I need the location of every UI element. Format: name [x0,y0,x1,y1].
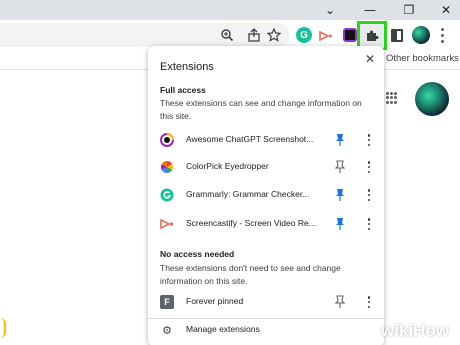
zoom-icon[interactable] [218,26,236,44]
pin-icon[interactable] [334,188,346,202]
pin-icon[interactable] [334,295,346,309]
apps-grid-icon[interactable] [386,92,398,104]
full-access-description: These extensions can see and change info… [160,98,362,121]
gear-icon: ⚙ [162,323,172,337]
profile-avatar[interactable] [412,26,430,44]
extension-row[interactable]: ColorPick Eyedropper [148,153,384,181]
pin-icon[interactable] [334,133,346,147]
extension-name: Awesome ChatGPT Screenshot... [186,134,314,144]
full-access-heading: Full access [160,85,206,95]
extension-row[interactable]: Screencastify - Screen Video Re... [148,210,384,238]
extension-name: ColorPick Eyedropper [186,161,269,171]
chevron-down-icon[interactable]: ⌄ [312,0,348,20]
awesome-chatgpt-icon [160,133,174,147]
manage-extensions-button[interactable]: ⚙ Manage extensions [148,318,384,342]
pin-icon[interactable] [334,160,346,174]
extension-row[interactable]: Awesome ChatGPT Screenshot... [148,126,384,154]
other-bookmarks-link[interactable]: Other bookmarks [386,53,459,64]
manage-extensions-label: Manage extensions [186,324,260,334]
share-icon[interactable] [245,26,263,44]
pin-icon[interactable] [334,217,346,231]
chatgpt-screenshot-icon[interactable] [343,28,357,42]
panel-title: Extensions [160,61,214,73]
star-icon[interactable] [265,26,283,44]
page-logo-fragment [0,318,6,338]
title-bar: ⌄ — ❐ ✕ [0,0,460,20]
extensions-panel: Extensions ✕ Full access These extension… [148,46,384,345]
close-icon[interactable]: ✕ [428,0,460,20]
extension-name: Forever pinned [186,296,244,306]
restore-icon[interactable]: ❐ [391,0,427,20]
colorpick-icon [160,161,174,173]
no-access-description: These extensions don't need to see and c… [160,263,341,286]
more-options-icon[interactable] [366,134,372,146]
no-access-heading: No access needed [160,249,235,259]
grammarly-icon [160,188,174,202]
wikihow-watermark: wikiHow [381,321,450,340]
grammarly-icon[interactable]: G [296,27,312,43]
more-options-icon[interactable] [366,189,372,201]
minimize-icon[interactable]: — [352,0,388,20]
browser-window: ⌄ — ❐ ✕ G Other bookmarks Extensions ✕ F… [0,0,460,345]
side-panel-icon[interactable] [391,29,403,42]
forever-pinned-icon: F [160,295,174,309]
menu-icon[interactable] [437,26,447,44]
extension-name: Grammarly: Grammar Checker... [186,189,310,199]
extension-name: Screencastify - Screen Video Re... [186,218,316,228]
close-icon[interactable]: ✕ [362,51,378,67]
extension-row[interactable]: Grammarly: Grammar Checker... [148,181,384,209]
page-profile-avatar[interactable] [415,82,449,116]
more-options-icon[interactable] [366,218,372,230]
more-options-icon[interactable] [366,161,372,173]
screencastify-icon [160,218,174,230]
extension-row[interactable]: F Forever pinned [148,288,384,316]
more-options-icon[interactable] [366,296,372,308]
screencastify-icon[interactable] [319,29,333,42]
